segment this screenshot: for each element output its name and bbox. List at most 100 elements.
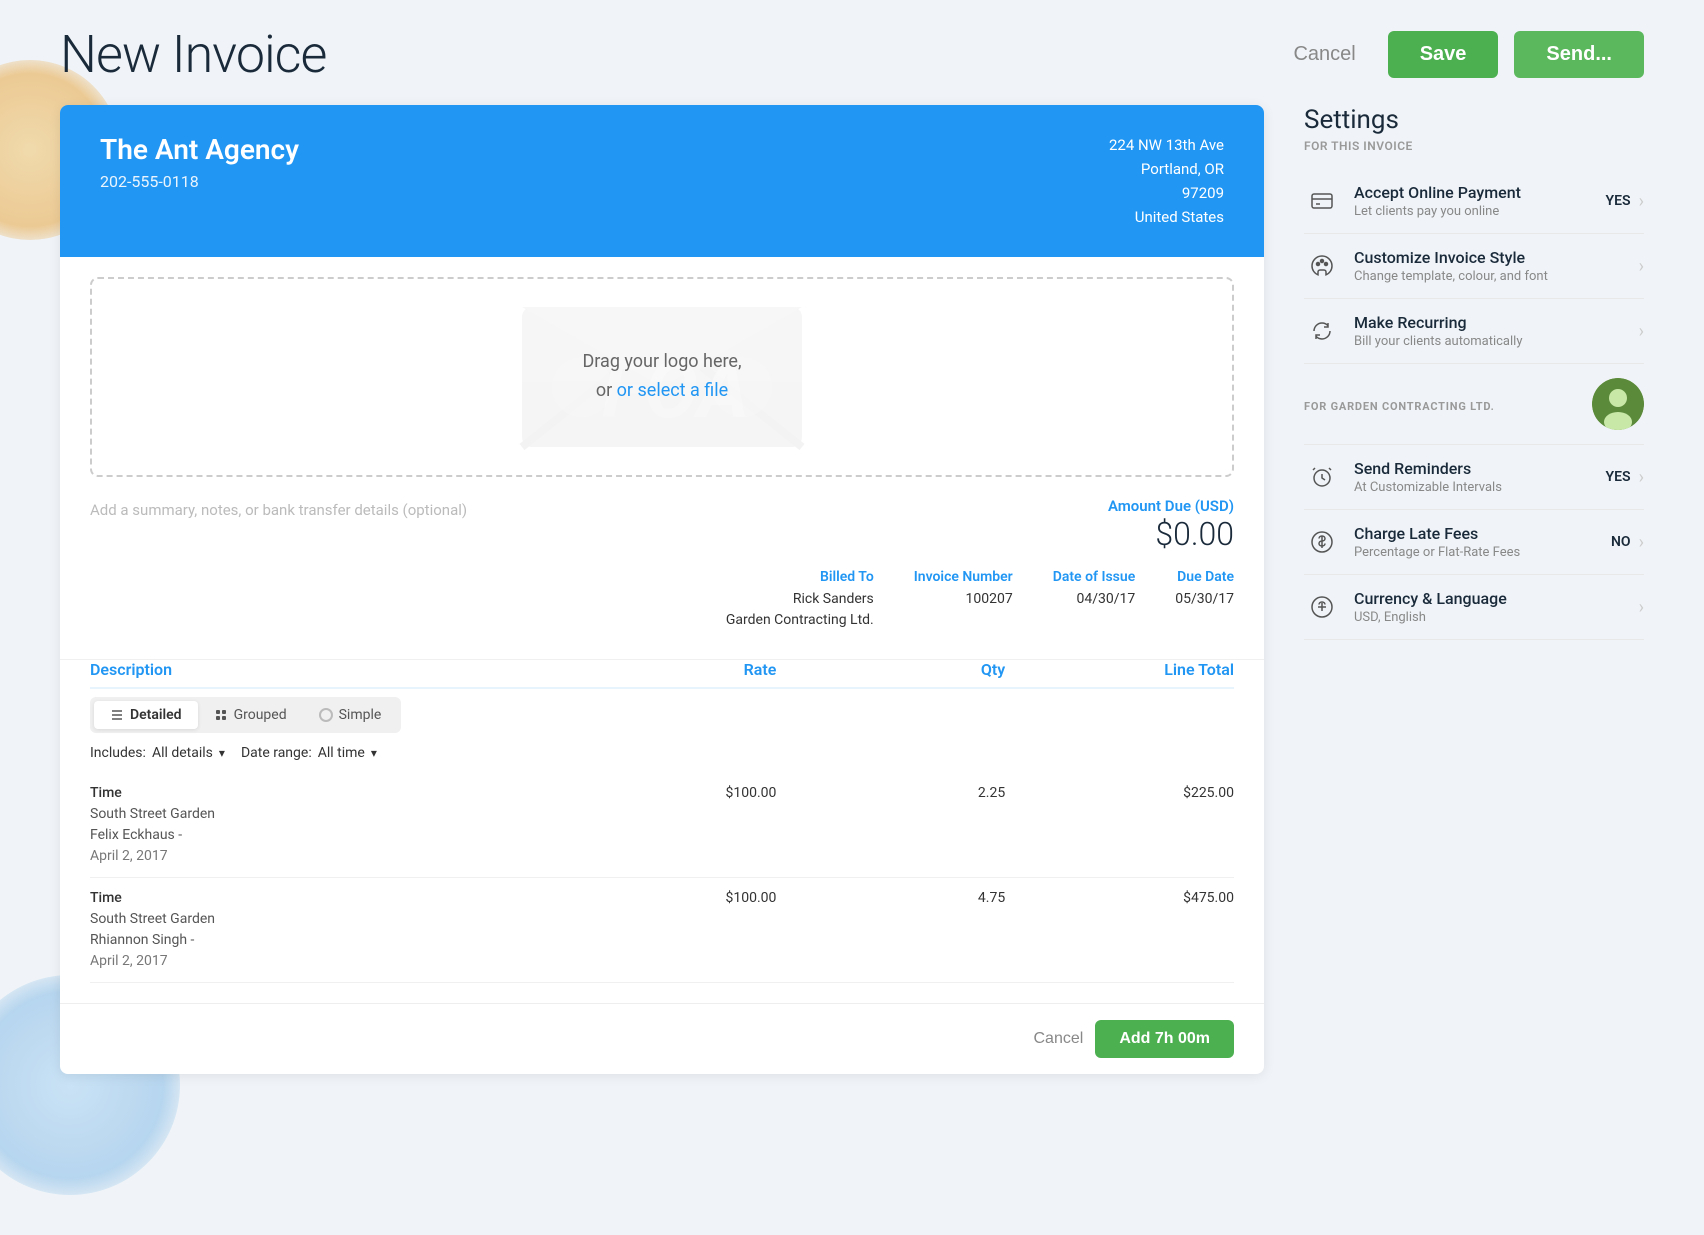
tab-simple-label: Simple xyxy=(339,707,382,723)
currency-chevron: › xyxy=(1639,597,1644,618)
billed-to-company: Garden Contracting Ltd. xyxy=(726,610,874,631)
settings-item-send-reminders[interactable]: Send Reminders At Customizable Intervals… xyxy=(1304,445,1644,510)
settings-late-fees-text: Charge Late Fees Percentage or Flat-Rate… xyxy=(1354,524,1611,560)
date-range-value: All time xyxy=(318,745,365,761)
drag-text: Drag your logo here, xyxy=(582,348,741,377)
settings-late-fees-subtitle: Percentage or Flat-Rate Fees xyxy=(1354,545,1611,560)
recurring-chevron: › xyxy=(1639,321,1644,342)
amount-section: Amount Due (USD) $0.00 xyxy=(1108,497,1234,553)
date-of-issue: 04/30/17 xyxy=(1053,589,1136,610)
settings-currency-title: Currency & Language xyxy=(1354,589,1639,608)
amount-value: $0.00 xyxy=(1108,515,1234,553)
settings-online-payment-subtitle: Let clients pay you online xyxy=(1354,204,1606,219)
add-time-button[interactable]: Add 7h 00m xyxy=(1095,1020,1234,1058)
notes-amount-row: Add a summary, notes, or bank transfer d… xyxy=(60,497,1264,569)
settings-item-late-fees[interactable]: Charge Late Fees Percentage or Flat-Rate… xyxy=(1304,510,1644,575)
client-avatar-image xyxy=(1592,378,1644,430)
tab-detailed[interactable]: Detailed xyxy=(94,701,198,729)
settings-client-section: FOR GARDEN CONTRACTING LTD. xyxy=(1304,364,1644,445)
item-1-total: $225.00 xyxy=(1005,783,1234,801)
filter-row: Includes: All details ▾ Date range: All … xyxy=(90,745,1234,761)
invoice-number: 100207 xyxy=(914,589,1013,610)
view-tab-selector: Detailed Grouped Simple xyxy=(90,697,401,733)
item-2-date: April 2, 2017 xyxy=(90,951,548,972)
invoice-bottom-actions: Cancel Add 7h 00m xyxy=(60,1003,1264,1074)
cancel-header-button[interactable]: Cancel xyxy=(1277,35,1371,74)
item-1-date: April 2, 2017 xyxy=(90,846,548,867)
palette-icon xyxy=(1304,248,1340,284)
address-line2: Portland, OR xyxy=(1109,157,1224,181)
address-line3: 97209 xyxy=(1109,181,1224,205)
online-payment-chevron: › xyxy=(1639,191,1644,212)
item-1-project: South Street Garden xyxy=(90,804,548,825)
cancel-bottom-button[interactable]: Cancel xyxy=(1034,1030,1084,1048)
tab-detailed-label: Detailed xyxy=(130,707,182,723)
item-1-qty: 2.25 xyxy=(776,783,1005,801)
col-qty-header: Qty xyxy=(776,660,1005,679)
late-fees-chevron: › xyxy=(1639,532,1644,553)
settings-item-customize-style[interactable]: Customize Invoice Style Change template,… xyxy=(1304,234,1644,299)
send-button[interactable]: Send... xyxy=(1514,31,1644,78)
simple-radio-icon xyxy=(319,708,333,722)
company-name: The Ant Agency xyxy=(100,133,299,166)
select-file-link[interactable]: or select a file xyxy=(617,380,729,401)
recurring-icon xyxy=(1304,313,1340,349)
settings-customize-text: Customize Invoice Style Change template,… xyxy=(1354,248,1639,284)
includes-dropdown-arrow: ▾ xyxy=(219,746,225,760)
billed-to-section: Billed To Rick Sanders Garden Contractin… xyxy=(726,569,874,631)
credit-card-icon xyxy=(1304,183,1340,219)
settings-recurring-text: Make Recurring Bill your clients automat… xyxy=(1354,313,1639,349)
tab-simple[interactable]: Simple xyxy=(303,701,398,729)
settings-item-make-recurring[interactable]: Make Recurring Bill your clients automat… xyxy=(1304,299,1644,364)
logo-drop-text: Drag your logo here, or or select a file xyxy=(582,348,741,406)
customize-chevron: › xyxy=(1639,256,1644,277)
invoice-number-section: Invoice Number 100207 xyxy=(914,569,1013,631)
settings-recurring-subtitle: Bill your clients automatically xyxy=(1354,334,1639,349)
settings-item-currency[interactable]: Currency & Language USD, English › xyxy=(1304,575,1644,640)
notes-placeholder[interactable]: Add a summary, notes, or bank transfer d… xyxy=(90,497,467,519)
address-line1: 224 NW 13th Ave xyxy=(1109,133,1224,157)
tab-grouped-label: Grouped xyxy=(234,707,287,723)
due-date: 05/30/17 xyxy=(1175,589,1234,610)
settings-subtitle: FOR THIS INVOICE xyxy=(1304,139,1644,153)
logo-drop-area[interactable]: FOA Drag your logo here, or or select a … xyxy=(90,277,1234,477)
due-date-label: Due Date xyxy=(1175,569,1234,585)
reminders-chevron: › xyxy=(1639,467,1644,488)
col-description-header: Description xyxy=(90,660,548,679)
settings-customize-title: Customize Invoice Style xyxy=(1354,248,1639,267)
settings-reminders-title: Send Reminders xyxy=(1354,459,1606,478)
settings-panel: Settings FOR THIS INVOICE Accept Online … xyxy=(1304,105,1644,640)
includes-filter[interactable]: Includes: All details ▾ xyxy=(90,745,225,761)
settings-item-online-payment[interactable]: Accept Online Payment Let clients pay yo… xyxy=(1304,169,1644,234)
line-item-row: Time South Street Garden Rhiannon Singh … xyxy=(90,878,1234,983)
item-1-person: Felix Eckhaus - xyxy=(90,825,548,846)
company-phone: 202-555-0118 xyxy=(100,172,299,191)
tab-grouped[interactable]: Grouped xyxy=(198,701,303,729)
settings-currency-text: Currency & Language USD, English xyxy=(1354,589,1639,625)
late-fees-badge: NO xyxy=(1611,534,1631,550)
settings-title: Settings xyxy=(1304,105,1644,135)
col-total-header: Line Total xyxy=(1005,660,1234,679)
save-button[interactable]: Save xyxy=(1388,31,1499,78)
date-of-issue-label: Date of Issue xyxy=(1053,569,1136,585)
online-payment-badge: YES xyxy=(1606,193,1631,209)
item-2-qty: 4.75 xyxy=(776,888,1005,906)
amount-label: Amount Due (USD) xyxy=(1108,497,1234,515)
settings-online-payment-title: Accept Online Payment xyxy=(1354,183,1606,202)
settings-currency-subtitle: USD, English xyxy=(1354,610,1639,625)
due-date-section: Due Date 05/30/17 xyxy=(1175,569,1234,631)
client-avatar xyxy=(1592,378,1644,430)
includes-value: All details xyxy=(152,745,213,761)
settings-recurring-title: Make Recurring xyxy=(1354,313,1639,332)
date-range-filter[interactable]: Date range: All time ▾ xyxy=(241,745,377,761)
client-section-label: FOR GARDEN CONTRACTING LTD. xyxy=(1304,400,1495,413)
line-items-header: Description Rate Qty Line Total xyxy=(90,660,1234,689)
billed-to-label: Billed To xyxy=(726,569,874,585)
invoice-header: The Ant Agency 202-555-0118 224 NW 13th … xyxy=(60,105,1264,257)
page-title: New Invoice xyxy=(60,24,1257,85)
company-address: 224 NW 13th Ave Portland, OR 97209 Unite… xyxy=(1109,133,1224,229)
item-2-type: Time xyxy=(90,888,548,909)
item-1-rate: $100.00 xyxy=(548,783,777,801)
includes-label: Includes: xyxy=(90,745,146,761)
col-rate-header: Rate xyxy=(548,660,777,679)
